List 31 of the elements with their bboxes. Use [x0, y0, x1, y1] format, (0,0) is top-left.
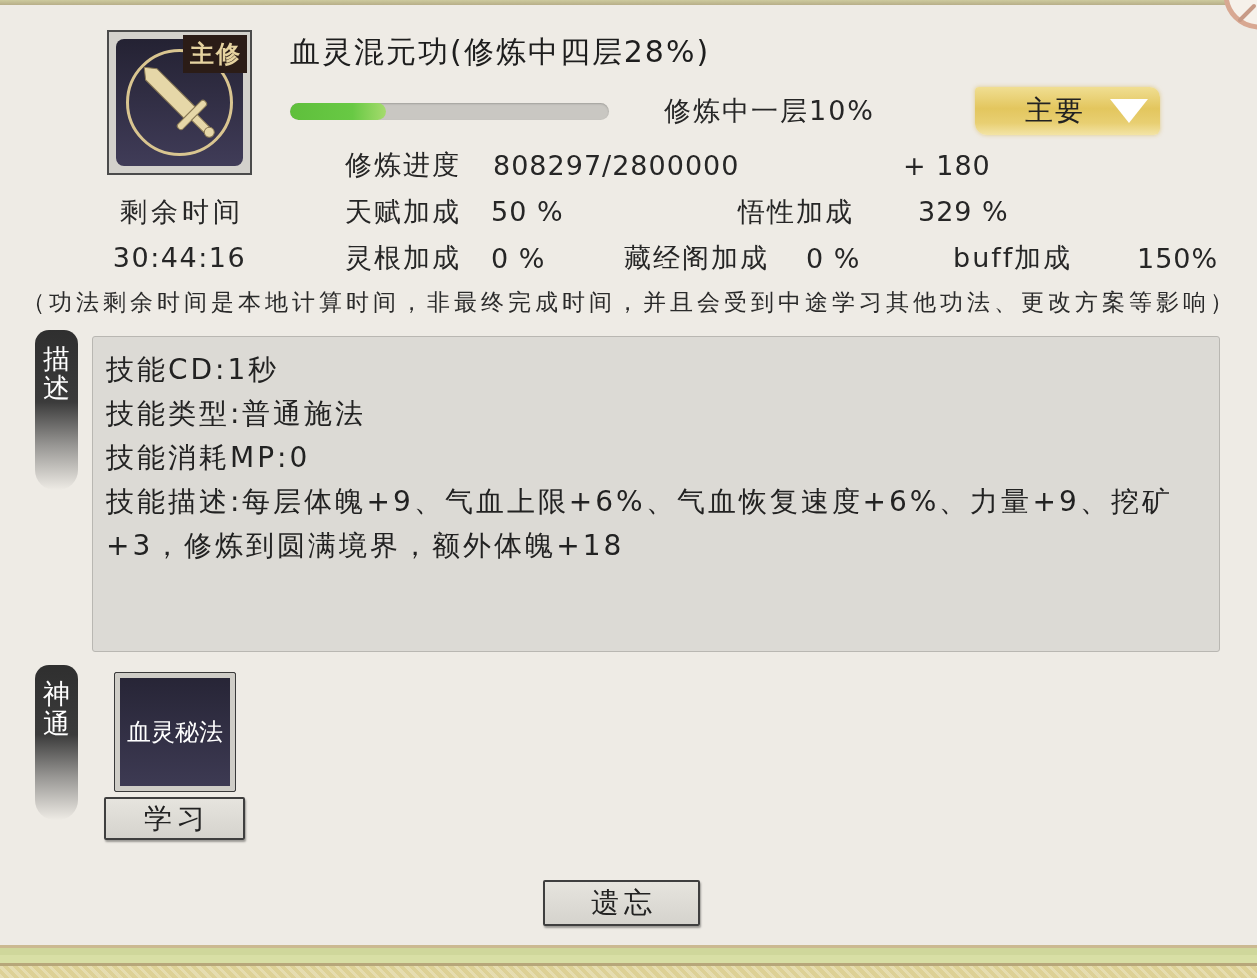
stat-value: 329 %	[918, 196, 1010, 228]
stat-label: buff加成	[953, 241, 1074, 276]
section-tag: 描述	[35, 329, 78, 490]
category-dropdown[interactable]: 主要	[975, 87, 1160, 135]
description-line: 技能CD:1秒	[106, 351, 281, 388]
stat-value: 50 %	[491, 196, 565, 228]
forget-button[interactable]: 遗忘	[543, 880, 700, 926]
stat-value: 0 %	[491, 242, 547, 274]
stat-label: 悟性加成	[738, 194, 855, 229]
stat-label: 修炼进度	[345, 148, 462, 183]
ability-tile[interactable]: 血灵秘法	[113, 672, 236, 792]
skill-title: 血灵混元功(修炼中四层28%)	[290, 33, 712, 71]
gain-value: + 180	[903, 149, 992, 181]
description-line: 技能描述:每层体魄+9、气血上限+6%、气血恢复速度+6%、力量+9、挖矿+3，修炼到圆满境界，额外体魄+18	[106, 483, 1174, 564]
stat-label: 灵根加成	[345, 241, 462, 276]
caret-icon	[1110, 99, 1148, 123]
stat-value: 150%	[1137, 242, 1220, 274]
stat-label: 藏经阁加成	[624, 241, 770, 276]
sword-icon	[115, 38, 244, 167]
stat-value: 0 %	[806, 242, 862, 274]
stat-value: 808297/2800000	[493, 149, 741, 181]
remaining-time-label: 剩余时间	[118, 195, 244, 229]
description-line: 技能消耗MP:0	[106, 439, 312, 476]
section-tag: 神通	[35, 665, 78, 820]
description-line: 技能类型:普通施法	[106, 395, 368, 432]
stage-status: 修炼中一层10%	[664, 94, 876, 128]
stat-label: 天赋加成	[345, 194, 462, 229]
main-cultivation-badge: 主修	[183, 35, 247, 73]
time-disclaimer: （功法剩余时间是本地计算时间，非最终完成时间，并且会受到中途学习其他功法、更改方案等影响）	[21, 287, 1238, 317]
remaining-time-value: 30:44:16	[112, 241, 247, 275]
learn-button[interactable]: 学习	[104, 797, 245, 840]
